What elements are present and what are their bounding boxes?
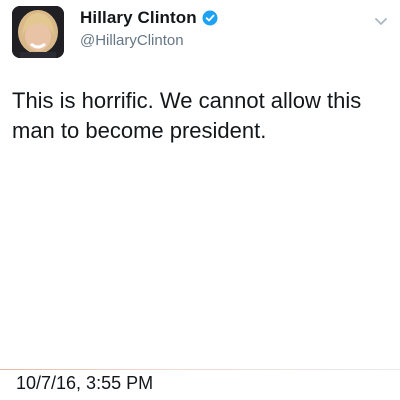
- tweet-header: Hillary Clinton @HillaryClinton: [12, 6, 390, 62]
- user-handle[interactable]: @HillaryClinton: [80, 32, 218, 49]
- chevron-down-icon[interactable]: [374, 14, 388, 25]
- verified-badge-icon: [202, 10, 218, 26]
- avatar-photo: [12, 6, 64, 58]
- display-name[interactable]: Hillary Clinton: [80, 8, 197, 28]
- tweet-text: This is horrific. We cannot allow this m…: [12, 88, 362, 143]
- author-block: Hillary Clinton @HillaryClinton: [80, 8, 218, 49]
- tweet-timestamp[interactable]: 10/7/16, 3:55 PM: [16, 373, 153, 394]
- name-row: Hillary Clinton: [80, 8, 218, 28]
- avatar[interactable]: [12, 6, 64, 58]
- tweet-card: Hillary Clinton @HillaryClinton This is …: [0, 0, 400, 400]
- divider: [0, 369, 400, 370]
